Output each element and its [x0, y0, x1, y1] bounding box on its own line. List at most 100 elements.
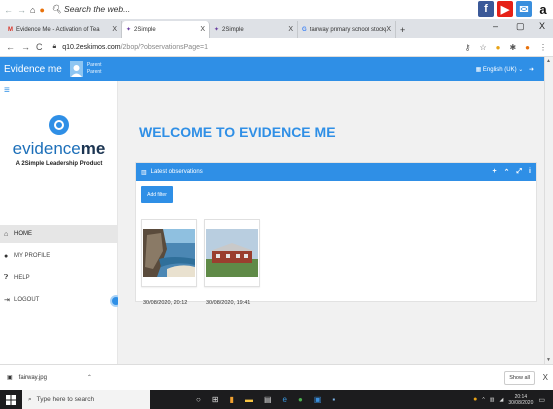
mail-icon[interactable]: ✉ — [516, 1, 532, 17]
2simple-icon: ✦ — [126, 27, 132, 33]
edge-icon[interactable]: e — [283, 395, 287, 404]
info-icon[interactable]: i — [529, 168, 531, 176]
extensions-puzzle-icon[interactable]: ✱ — [509, 43, 516, 52]
extension-icon[interactable]: ● — [496, 43, 501, 52]
add-icon[interactable]: + — [492, 168, 496, 176]
back-arrow-icon[interactable]: ← — [4, 5, 13, 15]
lock-icon: 🔒︎ — [52, 43, 57, 50]
sidebar-item-help[interactable]: ❓︎ HELP — [0, 269, 117, 287]
observation-date: 30/08/2020, 20:12 — [143, 300, 188, 306]
expand-icon[interactable]: ⤢ — [516, 168, 522, 176]
tab-google-search[interactable]: G fairway primary school stockport X — [298, 21, 396, 38]
store-icon[interactable]: ▤ — [264, 395, 272, 404]
tab-close-icon[interactable]: X — [288, 26, 293, 33]
2simple-icon: ✦ — [214, 27, 220, 33]
tagline: A 2Simple Leadership Product — [15, 161, 103, 167]
photos-icon[interactable]: ▪ — [332, 395, 335, 404]
chrome-icon[interactable]: ● — [298, 395, 303, 404]
observation-photo-beach — [143, 229, 195, 277]
taskbar-search-input[interactable]: ⌕ Type here to search — [22, 390, 150, 409]
latest-observations-panel: ▥ Latest observations + ⌃ ⤢ i Add filter — [135, 162, 537, 306]
new-tab-button[interactable]: + — [396, 21, 409, 38]
file-icon: ▣ — [7, 375, 13, 381]
google-icon: G — [302, 26, 307, 33]
help-icon: ❓︎ — [4, 274, 9, 281]
profile-icon[interactable]: ● — [525, 43, 530, 52]
observation-card[interactable]: 30/08/2020, 20:12 — [141, 219, 197, 306]
web-search-box[interactable]: 🔍︎ Search the web... — [51, 4, 130, 15]
add-filter-button[interactable]: Add filter — [141, 186, 173, 203]
flag-icon: ▦ — [475, 66, 482, 73]
page-scrollbar[interactable]: ▲ ▼ — [544, 57, 553, 364]
extension-toolbar: ← → ⌂ ● 🔍︎ Search the web... f ▶ ✉ a — [0, 0, 553, 19]
tab-close-icon[interactable]: X — [112, 26, 117, 33]
facebook-icon[interactable]: f — [478, 1, 494, 17]
minimize-button[interactable]: – — [493, 21, 498, 31]
chart-icon: ▥ — [141, 169, 147, 176]
show-all-button[interactable]: Show all — [504, 370, 535, 385]
logout-header-icon[interactable]: ➜ — [529, 67, 534, 73]
tab-close-icon[interactable]: X — [200, 26, 205, 33]
maximize-button[interactable]: ▢ — [516, 21, 525, 32]
tab-strip: M Evidence Me - Activation of Tea X ✦ 2S… — [0, 19, 553, 38]
search-icon: 🔍︎ — [50, 4, 62, 14]
close-download-bar-button[interactable]: X — [543, 373, 548, 382]
language-selector[interactable]: ▦ English (UK) ⌄ ➜ — [476, 66, 534, 73]
observation-photo-school — [206, 229, 258, 277]
windows-start-icon[interactable] — [0, 390, 22, 409]
close-window-button[interactable]: X — [539, 21, 545, 31]
menu-dots-icon[interactable]: ⋮ — [539, 43, 547, 52]
sidebar-item-logout[interactable]: ⇥ LOGOUT — [0, 291, 117, 309]
tray-chevron-icon[interactable]: ^ — [482, 397, 484, 403]
download-item[interactable]: ▣ fairway.jpg — [7, 374, 47, 382]
search-icon: ⌕ — [28, 395, 32, 403]
volume-icon[interactable]: ◢ — [499, 397, 503, 403]
chevron-down-icon: ⌄ — [518, 66, 524, 73]
browser-logo-icon[interactable]: ● — [39, 5, 44, 15]
network-icon[interactable]: ▥ — [490, 397, 495, 403]
scroll-down-icon[interactable]: ▼ — [546, 357, 551, 363]
notifications-icon[interactable]: ▭ — [538, 396, 545, 404]
system-tray: ● ^ ▥ ◢ 20:14 30/08/2020 ▭ — [473, 394, 545, 406]
explorer-icon[interactable]: ▬ — [245, 395, 253, 404]
panel-header: ▥ Latest observations + ⌃ ⤢ i — [136, 163, 536, 181]
logo-wordmark: evidenceme — [12, 139, 106, 158]
nav-buttons[interactable]: ←→C — [6, 42, 49, 52]
tab-close-icon[interactable]: X — [386, 26, 391, 33]
hamburger-menu-icon[interactable]: ≡ — [4, 85, 10, 96]
url-field[interactable]: q10.2eskimos.com/2bop/?observationsPage=… — [62, 44, 208, 51]
cortana-icon[interactable]: ○ — [196, 395, 201, 404]
page-title: WELCOME TO EVIDENCE ME — [139, 124, 336, 140]
sidebar-item-my-profile[interactable]: ● MY PROFILE — [0, 247, 117, 265]
amazon-icon[interactable]: a — [535, 1, 551, 17]
tab-evidence-me[interactable]: M Evidence Me - Activation of Tea X — [4, 21, 122, 38]
task-view-icon[interactable]: ⊞ — [212, 395, 219, 404]
key-icon[interactable]: ⚷ — [465, 43, 471, 52]
chevron-up-icon[interactable]: ⌃ — [87, 374, 92, 381]
star-icon[interactable]: ☆ — [479, 43, 486, 52]
user-icon: ● — [4, 252, 9, 260]
forward-arrow-icon[interactable]: → — [17, 5, 26, 15]
tab-2simple[interactable]: ✦ 2Simple X — [210, 21, 298, 38]
tray-app-icon[interactable]: ● — [473, 396, 477, 403]
mail-taskbar-icon[interactable]: ▣ — [314, 395, 322, 404]
taskbar: ⌕ Type here to search ○ ⊞ ▮ ▬ ▤ e ● ▣ ▪ … — [0, 390, 553, 409]
youtube-icon[interactable]: ▶ — [497, 1, 513, 17]
tab-2simple-active[interactable]: ✦ 2Simple X — [122, 21, 210, 38]
scroll-up-icon[interactable]: ▲ — [546, 58, 551, 64]
observation-card[interactable]: 30/08/2020, 19:41 — [204, 219, 260, 306]
home-icon[interactable]: ⌂ — [30, 5, 35, 15]
evidence-me-logo-icon — [49, 115, 69, 135]
sidebar-item-home[interactable]: ⌂ HOME — [0, 225, 117, 243]
app-icon[interactable]: ▮ — [230, 395, 234, 404]
sidebar: ≡ evidenceme A 2Simple Leadership Produc… — [0, 81, 122, 364]
observation-date: 30/08/2020, 19:41 — [206, 300, 251, 306]
collapse-icon[interactable]: ⌃ — [504, 168, 510, 176]
clock[interactable]: 20:14 30/08/2020 — [508, 394, 533, 406]
app-header: Evidence me Parent Parent ▦ English (UK)… — [0, 57, 544, 81]
avatar[interactable] — [69, 61, 83, 77]
taskbar-apps: ○ ⊞ ▮ ▬ ▤ e ● ▣ ▪ — [196, 395, 335, 404]
user-role: Parent Parent — [86, 62, 102, 75]
download-bar: ▣ fairway.jpg ⌃ Show all X — [0, 364, 553, 390]
app-brand[interactable]: Evidence me — [4, 64, 62, 75]
